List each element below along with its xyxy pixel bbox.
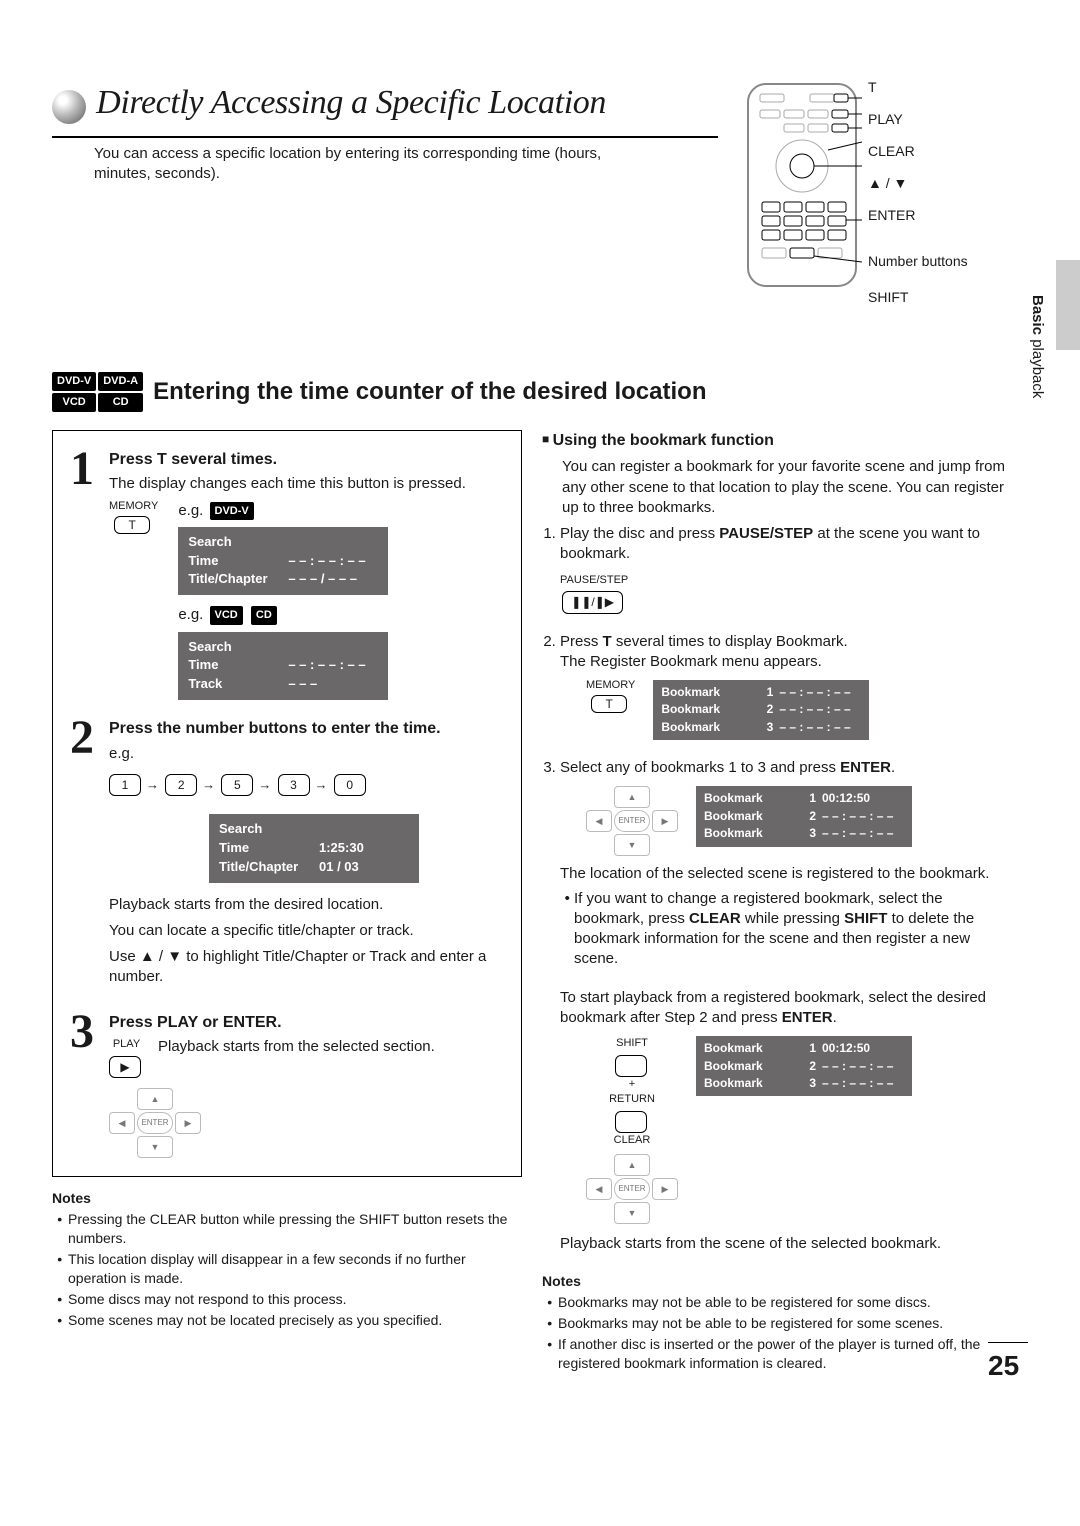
steps-box: 1 Press T several times. The display cha… bbox=[52, 430, 522, 1178]
eg-label: e.g. bbox=[178, 502, 203, 519]
note-right-3: If another disc is inserted or the power… bbox=[556, 1335, 1012, 1373]
section-tab-label: Basic playback bbox=[1027, 295, 1047, 398]
bm-step2-a: Press bbox=[560, 633, 603, 650]
step-number-3: 3 bbox=[65, 1012, 99, 1159]
remote-diagram: T PLAY CLEAR ▲ / ▼ ENTER Number buttons … bbox=[742, 80, 1028, 322]
step1-title: Press T several times. bbox=[109, 449, 505, 471]
bm-step1-b: PAUSE/STEP bbox=[719, 525, 813, 542]
step2-title: Press the number buttons to enter the ti… bbox=[109, 718, 505, 740]
step-number-2: 2 bbox=[65, 718, 99, 994]
page-title: Directly Accessing a Specific Location bbox=[96, 84, 606, 121]
page-number: 25 bbox=[988, 1342, 1028, 1385]
bookmark-intro: You can register a bookmark for your fav… bbox=[562, 457, 1012, 518]
section-heading: Entering the time counter of the desired… bbox=[153, 376, 1028, 408]
bm-step2-c: several times to display Bookmark. bbox=[612, 633, 848, 650]
bm-step3-c: . bbox=[891, 759, 895, 776]
remote-icon bbox=[742, 80, 862, 290]
disc-type-badges: DVD-V DVD-A VCD CD bbox=[52, 372, 143, 412]
pause-step-button: PAUSE/STEP ❚❚/❚▶ bbox=[560, 573, 628, 614]
play-button: PLAY ▶ bbox=[109, 1037, 144, 1078]
step2-note1: Playback starts from the desired locatio… bbox=[109, 895, 505, 915]
section-tab bbox=[1056, 260, 1080, 350]
remote-label-updown: ▲ / ▼ bbox=[868, 176, 968, 190]
bm-step2-b: T bbox=[603, 633, 612, 650]
notes-left: Notes Pressing the CLEAR button while pr… bbox=[52, 1189, 522, 1329]
osd-bookmark-selected: Bookmark100:12:50 Bookmark2– – : – – : –… bbox=[696, 786, 912, 846]
notes-right-heading: Notes bbox=[542, 1272, 1012, 1291]
badge-dvdv-inline: DVD-V bbox=[210, 502, 254, 521]
step3-title: Press PLAY or ENTER. bbox=[109, 1012, 505, 1034]
step3-text: Playback starts from the selected sectio… bbox=[158, 1037, 505, 1057]
osd-bookmark-play: Bookmark100:12:50 Bookmark2– – : – – : –… bbox=[696, 1036, 912, 1096]
note-left-3: Some discs may not respond to this proce… bbox=[66, 1290, 522, 1309]
title-bullet-icon bbox=[52, 90, 86, 124]
bm-registered-text: The location of the selected scene is re… bbox=[560, 864, 1012, 884]
note-left-1: Pressing the CLEAR button while pressing… bbox=[66, 1210, 522, 1248]
bm-change-text: If you want to change a registered bookm… bbox=[574, 889, 1012, 970]
badge-dvdv: DVD-V bbox=[52, 372, 96, 391]
title-rule bbox=[52, 136, 718, 138]
bm-play-text: Playback starts from the scene of the se… bbox=[560, 1234, 1012, 1254]
bm-step1-a: Play the disc and press bbox=[560, 525, 719, 542]
badge-vcd-inline: VCD bbox=[210, 606, 243, 625]
remote-label-t: T bbox=[868, 80, 968, 94]
badge-cd: CD bbox=[98, 393, 143, 412]
osd-search-result: Search Time1:25:30 Title/Chapter01 / 03 bbox=[209, 814, 419, 883]
osd-bookmark-empty: Bookmark1– – : – – : – – Bookmark2– – : … bbox=[653, 680, 869, 740]
eg-label-3: e.g. bbox=[109, 744, 505, 764]
notes-right: Notes Bookmarks may not be able to be re… bbox=[542, 1272, 1012, 1372]
note-right-2: Bookmarks may not be able to be register… bbox=[556, 1314, 1012, 1333]
step2-note3: Use ▲ / ▼ to highlight Title/Chapter or … bbox=[109, 947, 505, 988]
badge-dvda: DVD-A bbox=[98, 372, 143, 391]
memory-t-button: MEMORY T bbox=[109, 501, 158, 534]
note-left-4: Some scenes may not be located precisely… bbox=[66, 1311, 522, 1330]
dpad-icon-2: ▲ ◀ENTER▶ ▼ bbox=[586, 786, 678, 856]
memory-t-button-2: MEMORY T bbox=[586, 680, 635, 713]
note-right-1: Bookmarks may not be able to be register… bbox=[556, 1293, 1012, 1312]
number-sequence: 1→ 2→ 5→ 3→ 0 bbox=[109, 770, 505, 796]
remote-label-shift: SHIFT bbox=[868, 290, 968, 304]
step1-text: The display changes each time this butto… bbox=[109, 474, 505, 494]
badge-vcd: VCD bbox=[52, 393, 96, 412]
bm-start-text: To start playback from a registered book… bbox=[560, 988, 1012, 1029]
osd-search-dvdv: Search Time– – : – – : – – Title/Chapter… bbox=[178, 527, 388, 596]
note-left-2: This location display will disappear in … bbox=[66, 1250, 522, 1288]
bookmark-heading: Using the bookmark function bbox=[542, 430, 1012, 452]
remote-label-enter: ENTER bbox=[868, 208, 968, 222]
dpad-icon-3: ▲ ◀ENTER▶ ▼ bbox=[586, 1154, 678, 1224]
osd-search-vcd: Search Time– – : – – : – – Track– – – bbox=[178, 632, 388, 701]
remote-label-clear: CLEAR bbox=[868, 144, 968, 158]
remote-label-numbers: Number buttons bbox=[868, 254, 968, 268]
badge-cd-inline: CD bbox=[251, 606, 277, 625]
remote-label-play: PLAY bbox=[868, 112, 968, 126]
step-number-1: 1 bbox=[65, 449, 99, 700]
eg-label-2: e.g. bbox=[178, 606, 203, 623]
bm-step3-b: ENTER bbox=[840, 759, 891, 776]
intro-text: You can access a specific location by en… bbox=[94, 144, 624, 185]
bm-step3-a: Select any of bookmarks 1 to 3 and press bbox=[560, 759, 840, 776]
shift-clear-buttons: SHIFT + RETURN CLEAR ▲ ◀ENTER▶ ▼ bbox=[586, 1036, 678, 1224]
notes-heading: Notes bbox=[52, 1189, 522, 1208]
step2-note2: You can locate a specific title/chapter … bbox=[109, 921, 505, 941]
dpad-icon: ▲ ◀ENTER▶ ▼ bbox=[109, 1088, 201, 1158]
bm-step2-d: The Register Bookmark menu appears. bbox=[560, 653, 822, 670]
